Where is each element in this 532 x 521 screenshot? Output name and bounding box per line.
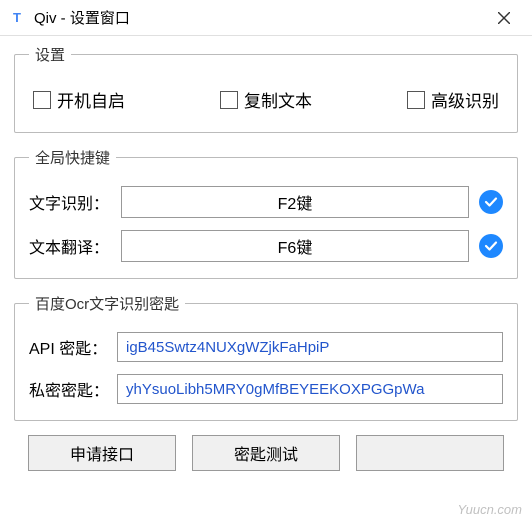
api-key-row: API 密匙： [29, 332, 503, 362]
hotkeys-legend: 全局快捷键 [29, 147, 116, 168]
translate-hotkey-input[interactable] [121, 230, 469, 262]
titlebar: T Qiv - 设置窗口 [0, 0, 532, 36]
apply-button[interactable]: 申请接口 [28, 435, 176, 471]
autostart-label: 开机自启 [57, 87, 125, 112]
checkbox-icon [33, 91, 51, 109]
window-title: Qiv - 设置窗口 [34, 7, 484, 28]
ocr-hotkey-label: 文字识别： [29, 190, 121, 214]
baidu-ocr-group: 百度Ocr文字识别密匙 API 密匙： 私密密匙： [14, 293, 518, 421]
check-icon [479, 190, 503, 214]
copytext-label: 复制文本 [244, 87, 312, 112]
translate-hotkey-row: 文本翻译： [29, 230, 503, 262]
close-icon [498, 12, 510, 24]
close-button[interactable] [484, 0, 524, 36]
copytext-checkbox[interactable]: 复制文本 [220, 87, 312, 112]
content-area: 设置 开机自启 复制文本 高级识别 全局快捷键 文字识别： [0, 36, 532, 479]
hotkeys-group: 全局快捷键 文字识别： 文本翻译： [14, 147, 518, 279]
translate-hotkey-label: 文本翻译： [29, 234, 121, 258]
secret-key-label: 私密密匙： [29, 377, 117, 401]
autostart-checkbox[interactable]: 开机自启 [33, 87, 125, 112]
button-row: 申请接口 密匙测试 [14, 435, 518, 471]
checkbox-row: 开机自启 复制文本 高级识别 [29, 83, 503, 116]
secret-key-input[interactable] [117, 374, 503, 404]
advrecog-label: 高级识别 [431, 87, 499, 112]
watermark-text: Yuucn.com [457, 502, 522, 517]
settings-group: 设置 开机自启 复制文本 高级识别 [14, 44, 518, 133]
api-key-input[interactable] [117, 332, 503, 362]
third-button[interactable] [356, 435, 504, 471]
app-icon: T [8, 9, 26, 27]
secret-key-row: 私密密匙： [29, 374, 503, 404]
settings-legend: 设置 [29, 44, 71, 65]
baidu-legend: 百度Ocr文字识别密匙 [29, 293, 185, 314]
api-key-label: API 密匙： [29, 335, 117, 359]
checkbox-icon [220, 91, 238, 109]
test-button[interactable]: 密匙测试 [192, 435, 340, 471]
ocr-hotkey-row: 文字识别： [29, 186, 503, 218]
advrecog-checkbox[interactable]: 高级识别 [407, 87, 499, 112]
checkbox-icon [407, 91, 425, 109]
check-icon [479, 234, 503, 258]
ocr-hotkey-input[interactable] [121, 186, 469, 218]
